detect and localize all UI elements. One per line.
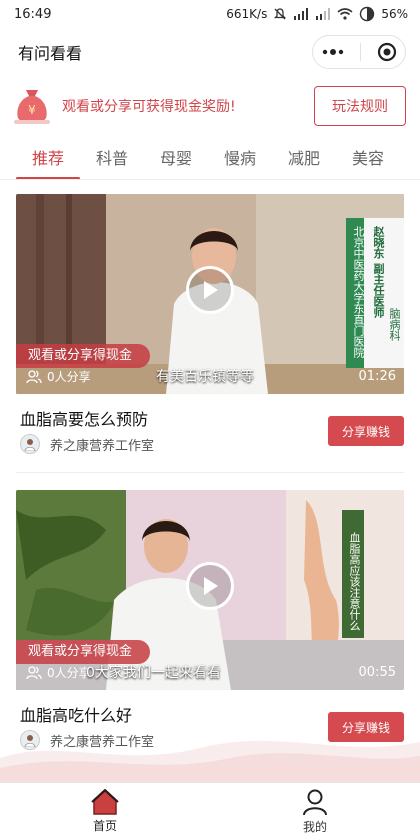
nav-mine[interactable]: 我的 [210, 783, 420, 840]
money-bag-icon: ¥ [14, 90, 50, 124]
play-button[interactable] [186, 266, 234, 314]
video-meta: 血脂高要怎么预防 养之康营养工作室 分享赚钱 [16, 394, 404, 472]
rules-button[interactable]: 玩法规则 [314, 86, 406, 126]
share-count: 0人分享 [26, 664, 91, 681]
capsule-divider [360, 43, 362, 61]
video-card: 血脂高应该注意什么 观看或分享得现金 0人分享 0大家我们一起来看看 00:55… [16, 490, 404, 768]
bottom-nav: 首页 我的 [0, 782, 420, 840]
status-bar: 16:49 661K/s 56% [0, 0, 420, 28]
users-icon [26, 665, 42, 679]
video-title[interactable]: 血脂高要怎么预防 [20, 406, 148, 430]
reward-tag: 观看或分享得现金 [16, 640, 151, 664]
tab-recommend[interactable]: 推荐 [16, 140, 80, 179]
category-tabs: 推荐 科普 母婴 慢病 减肥 美容 营 [0, 140, 420, 180]
share-count-text: 0人分享 [47, 666, 91, 680]
status-icons: 661K/s 56% [226, 6, 408, 22]
nav-home[interactable]: 首页 [0, 783, 210, 840]
play-icon [204, 577, 218, 595]
share-count: 0人分享 [26, 368, 91, 385]
share-earn-button[interactable]: 分享赚钱 [328, 416, 404, 446]
battery-icon [360, 6, 375, 22]
tab-weight-loss[interactable]: 减肥 [272, 140, 336, 179]
home-icon [91, 789, 119, 815]
decorative-wave [0, 740, 420, 782]
tab-beauty[interactable]: 美容 [336, 140, 400, 179]
video-thumbnail[interactable]: 北京中医药大学东直门医院 赵晓东 副主任医师 脑病科 观看或分享得现金 0人分享… [16, 194, 404, 394]
topic-caption: 血脂高应该注意什么 [348, 532, 361, 631]
page-title: 有问看看 [18, 44, 83, 63]
share-count-text: 0人分享 [47, 370, 91, 384]
svg-text:¥: ¥ [28, 103, 36, 117]
video-title[interactable]: 血脂高吃什么好 [20, 702, 132, 726]
close-target-icon[interactable] [377, 42, 397, 62]
status-time: 16:49 [14, 6, 52, 22]
play-button[interactable] [186, 562, 234, 610]
tab-nutrition[interactable]: 营 [400, 140, 420, 179]
signal-icon-2 [316, 8, 331, 20]
more-icon[interactable] [321, 48, 345, 56]
tab-chronic[interactable]: 慢病 [208, 140, 272, 179]
banner-text: 观看或分享可获得现金奖励! [62, 99, 236, 115]
reward-banner: ¥ 观看或分享可获得现金奖励! 玩法规则 [0, 78, 420, 134]
users-icon [26, 369, 42, 383]
wifi-icon [337, 8, 353, 20]
play-icon [204, 281, 218, 299]
video-thumbnail[interactable]: 血脂高应该注意什么 观看或分享得现金 0人分享 0大家我们一起来看看 00:55 [16, 490, 404, 690]
user-icon [303, 789, 327, 816]
doctor-avatar-icon [24, 439, 36, 451]
author-name: 养之康营养工作室 [50, 438, 155, 454]
signal-icon [294, 8, 309, 20]
tab-maternity[interactable]: 母婴 [144, 140, 208, 179]
mini-program-capsule [312, 35, 406, 69]
nav-bar: 有问看看 [0, 28, 420, 76]
video-duration: 00:55 [358, 665, 396, 680]
avatar [20, 434, 40, 454]
nav-mine-label: 我的 [302, 820, 327, 834]
network-speed: 661K/s [226, 7, 268, 21]
video-subtitle: 有美百乐镇等等 [156, 369, 254, 385]
video-subtitle: 0大家我们一起来看看 [86, 665, 221, 681]
video-duration: 01:26 [358, 369, 396, 384]
department-caption: 脑病科 [388, 308, 401, 341]
battery-level: 56% [381, 7, 408, 21]
hospital-caption: 北京中医药大学东直门医院 [352, 226, 365, 358]
mute-icon [274, 8, 287, 20]
author-row: 养之康营养工作室 [20, 434, 154, 454]
reward-tag: 观看或分享得现金 [16, 344, 151, 368]
tab-science[interactable]: 科普 [80, 140, 144, 179]
nav-home-label: 首页 [92, 819, 117, 833]
card-divider [16, 472, 404, 473]
video-card: 北京中医药大学东直门医院 赵晓东 副主任医师 脑病科 观看或分享得现金 0人分享… [16, 194, 404, 472]
